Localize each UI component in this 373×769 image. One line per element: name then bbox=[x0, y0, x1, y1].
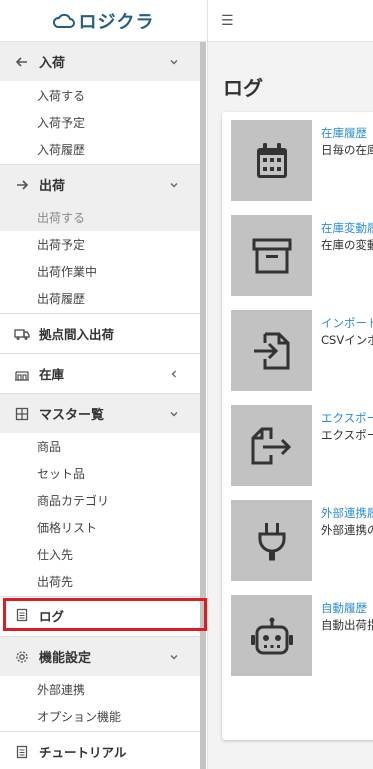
nav-item-arrival-history[interactable]: 入荷履歴 bbox=[0, 136, 200, 163]
nav-item-arrival-plan[interactable]: 入荷予定 bbox=[0, 109, 200, 136]
nav-item-shipping-plan[interactable]: 出荷予定 bbox=[0, 231, 200, 258]
nav-item-products[interactable]: 商品 bbox=[0, 433, 200, 460]
nav-group-label: マスター覧 bbox=[39, 408, 105, 423]
nav-label: 拠点間入出荷 bbox=[39, 327, 115, 342]
nav-item-price-list[interactable]: 価格リスト bbox=[0, 514, 200, 541]
chevron-down-icon bbox=[168, 56, 180, 68]
log-description: 在庫の変動 bbox=[321, 238, 373, 252]
log-link[interactable]: 在庫履歴 bbox=[321, 125, 373, 141]
main-content: ログ 在庫履歴 日毎の在庫 在庫変動履歴 在庫の変動 bbox=[207, 42, 373, 769]
nav-group-label: 出荷 bbox=[39, 179, 66, 194]
nav-group-arrivals[interactable]: 入荷 bbox=[0, 42, 200, 81]
nav-item-shipping-in-progress[interactable]: 出荷作業中 bbox=[0, 258, 200, 285]
plug-icon bbox=[231, 500, 312, 581]
nav-item-options[interactable]: オプション機能 bbox=[0, 703, 200, 730]
chevron-down-icon bbox=[168, 651, 180, 663]
log-item-inventory-changes[interactable]: 在庫変動履歴 在庫の変動 bbox=[231, 215, 373, 296]
nav-item-arrive[interactable]: 入荷する bbox=[0, 82, 200, 109]
log-description: CSVインポート bbox=[321, 333, 373, 347]
nav-item-ship[interactable]: 出荷する bbox=[0, 204, 200, 231]
log-item-integration-history[interactable]: 外部連携履歴 外部連携の bbox=[231, 500, 373, 581]
nav-group-shipping[interactable]: 出荷 bbox=[0, 165, 200, 204]
nav-item-set-products[interactable]: セット品 bbox=[0, 460, 200, 487]
nav-group-label: 機能設定 bbox=[39, 651, 92, 666]
nav-group-master[interactable]: マスター覧 bbox=[0, 394, 200, 433]
log-description: エクスポート bbox=[321, 428, 373, 442]
log-card: 在庫履歴 日毎の在庫 在庫変動履歴 在庫の変動 インポート CSVインポート bbox=[222, 112, 373, 740]
log-item-automation-history[interactable]: 自動履歴 自動出荷指 bbox=[231, 595, 373, 676]
archive-icon bbox=[231, 215, 312, 296]
top-bar: ☰ bbox=[207, 0, 373, 42]
hamburger-menu-icon[interactable]: ☰ bbox=[221, 13, 234, 29]
arrow-right-icon bbox=[14, 177, 30, 193]
import-icon bbox=[231, 310, 312, 391]
sidebar-scrollbar[interactable] bbox=[200, 42, 206, 769]
chevron-left-icon bbox=[168, 369, 180, 379]
nav-item-destinations[interactable]: 出荷先 bbox=[0, 568, 200, 595]
table-icon bbox=[14, 406, 30, 422]
cloud-icon bbox=[52, 13, 75, 28]
nav-inventory[interactable]: 在庫 bbox=[0, 354, 200, 393]
document-icon bbox=[14, 744, 30, 760]
nav-log[interactable]: ログ bbox=[0, 596, 200, 634]
log-description: 日毎の在庫 bbox=[321, 143, 373, 157]
nav-item-shipping-history[interactable]: 出荷履歴 bbox=[0, 285, 200, 312]
nav-label: チュートリアル bbox=[39, 745, 127, 760]
nav-group-label: 入荷 bbox=[39, 56, 66, 71]
nav-label: 在庫 bbox=[39, 367, 65, 382]
nav-item-integrations[interactable]: 外部連携 bbox=[0, 676, 200, 703]
calendar-icon bbox=[231, 120, 312, 201]
log-item-inventory-history[interactable]: 在庫履歴 日毎の在庫 bbox=[231, 120, 373, 201]
nav-item-suppliers[interactable]: 仕入先 bbox=[0, 541, 200, 568]
gear-icon bbox=[14, 649, 30, 665]
log-link[interactable]: 自動履歴 bbox=[321, 600, 373, 616]
chevron-down-icon bbox=[168, 179, 180, 191]
nav-group-settings[interactable]: 機能設定 bbox=[0, 637, 200, 676]
log-link[interactable]: エクスポート bbox=[321, 410, 373, 426]
nav-tutorial[interactable]: チュートリアル bbox=[0, 732, 200, 769]
document-icon bbox=[14, 607, 30, 623]
log-item-export[interactable]: エクスポート エクスポート bbox=[231, 405, 373, 486]
robot-icon bbox=[231, 595, 312, 676]
log-item-import[interactable]: インポート CSVインポート bbox=[231, 310, 373, 391]
log-link[interactable]: 外部連携履歴 bbox=[321, 505, 373, 521]
log-description: 外部連携の bbox=[321, 523, 373, 537]
logo-bar: ロジクラ bbox=[0, 0, 207, 42]
log-link[interactable]: インポート bbox=[321, 315, 373, 331]
truck-icon bbox=[14, 326, 30, 342]
nav-label: ログ bbox=[39, 608, 65, 624]
inventory-icon bbox=[14, 366, 30, 382]
nav-inter-site[interactable]: 拠点間入出荷 bbox=[0, 314, 200, 353]
brand-logo[interactable]: ロジクラ bbox=[52, 8, 155, 34]
sidebar: ロジクラ 入荷 入荷する 入荷予定 入荷履歴 出荷 出荷する 出荷予定 出荷作業… bbox=[0, 0, 207, 769]
export-icon bbox=[231, 405, 312, 486]
chevron-down-icon bbox=[168, 408, 180, 420]
arrow-left-icon bbox=[14, 54, 30, 70]
log-description: 自動出荷指 bbox=[321, 618, 373, 632]
log-link[interactable]: 在庫変動履歴 bbox=[321, 220, 373, 236]
brand-name: ロジクラ bbox=[78, 11, 155, 33]
page-title: ログ bbox=[223, 76, 263, 100]
nav-item-categories[interactable]: 商品カテゴリ bbox=[0, 487, 200, 514]
